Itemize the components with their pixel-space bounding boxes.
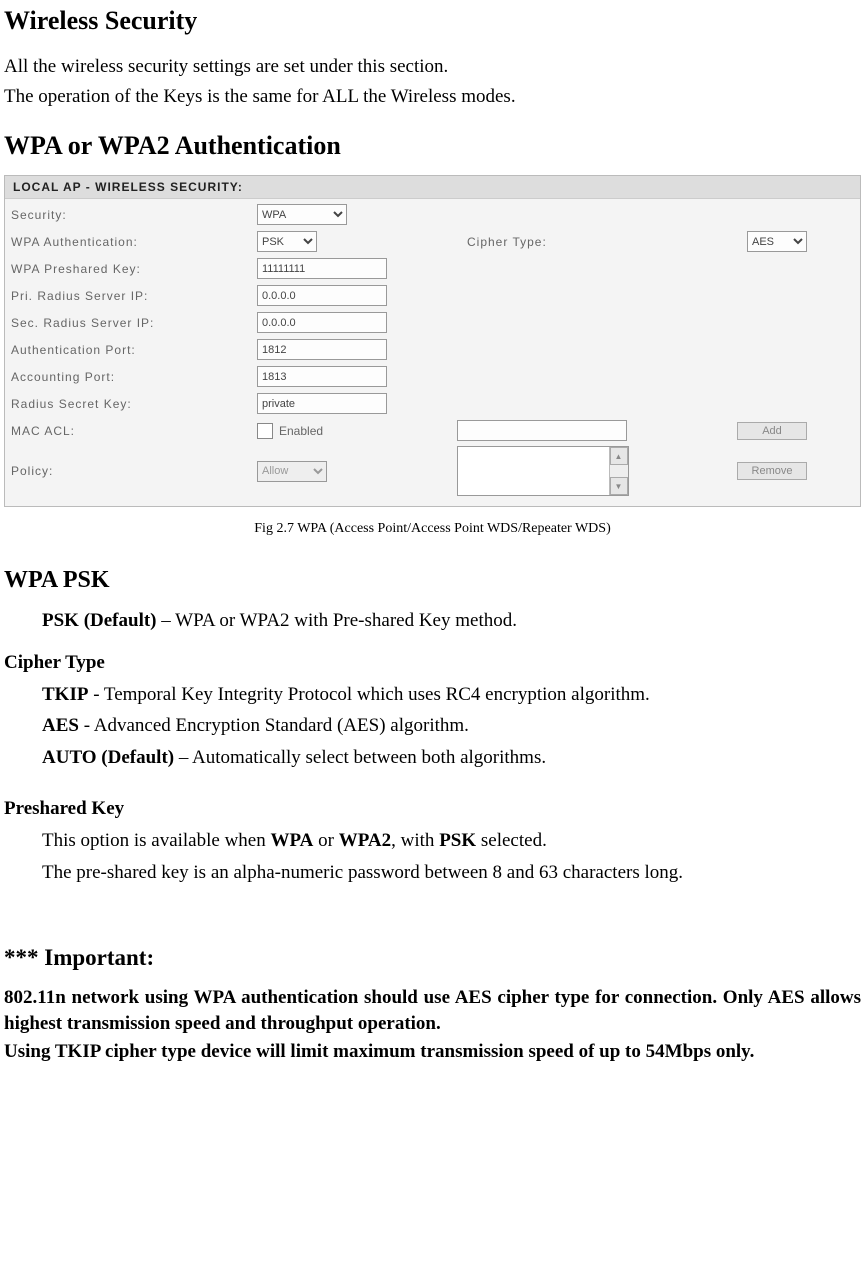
mac-acl-entry-input [457,420,627,441]
scroll-up-icon: ▲ [610,447,628,465]
sec-radius-input [257,312,387,333]
tkip-line: TKIP - Temporal Key Integrity Protocol w… [42,682,861,708]
policy-select: Allow [257,461,327,482]
important-p1: 802.11n network using WPA authentication… [4,985,861,1036]
preshared-line-1: This option is available when WPA or WPA… [42,828,861,854]
mac-acl-label: MAC ACL: [11,424,257,438]
security-panel: LOCAL AP - WIRELESS SECURITY: Security: … [4,175,861,507]
pri-radius-input [257,285,387,306]
aes-line: AES - Advanced Encryption Standard (AES)… [42,713,861,739]
acct-port-label: Accounting Port: [11,370,257,384]
important-heading: *** Important: [4,945,861,971]
mac-acl-list: ▲ ▼ [457,446,629,496]
mac-acl-enabled-label: Enabled [279,424,323,438]
wpa-psk-heading: WPA PSK [4,567,861,594]
wpa-auth-label: WPA Authentication: [11,235,257,249]
intro-text-1: All the wireless security settings are s… [4,54,861,80]
preshared-key-heading: Preshared Key [4,796,861,822]
section-wpa-auth: WPA or WPA2 Authentication [4,131,861,161]
preshared-key-label: WPA Preshared Key: [11,262,257,276]
auth-port-label: Authentication Port: [11,343,257,357]
cipher-type-heading: Cipher Type [4,650,861,676]
important-p2: Using TKIP cipher type device will limit… [4,1039,861,1065]
security-select[interactable]: WPA [257,204,347,225]
wpa-auth-select[interactable]: PSK [257,231,317,252]
page-title: Wireless Security [4,6,861,36]
intro-text-2: The operation of the Keys is the same fo… [4,84,861,110]
pri-radius-label: Pri. Radius Server IP: [11,289,257,303]
scroll-down-icon: ▼ [610,477,628,495]
sec-radius-label: Sec. Radius Server IP: [11,316,257,330]
remove-button[interactable]: Remove [737,462,807,480]
figure-caption: Fig 2.7 WPA (Access Point/Access Point W… [4,521,861,537]
secret-key-input [257,393,387,414]
secret-key-label: Radius Secret Key: [11,397,257,411]
mac-acl-checkbox[interactable] [257,423,273,439]
security-label: Security: [11,208,257,222]
psk-default-line: PSK (Default) – WPA or WPA2 with Pre-sha… [42,608,861,634]
policy-label: Policy: [11,464,257,478]
cipher-type-select[interactable]: AES [747,231,807,252]
panel-header: LOCAL AP - WIRELESS SECURITY: [5,176,860,199]
add-button[interactable]: Add [737,422,807,440]
scrollbar: ▲ ▼ [609,447,628,495]
preshared-line-2: The pre-shared key is an alpha-numeric p… [42,860,861,886]
auto-line: AUTO (Default) – Automatically select be… [42,745,861,771]
cipher-type-label: Cipher Type: [457,235,747,249]
preshared-key-input[interactable] [257,258,387,279]
acct-port-input [257,366,387,387]
auth-port-input [257,339,387,360]
